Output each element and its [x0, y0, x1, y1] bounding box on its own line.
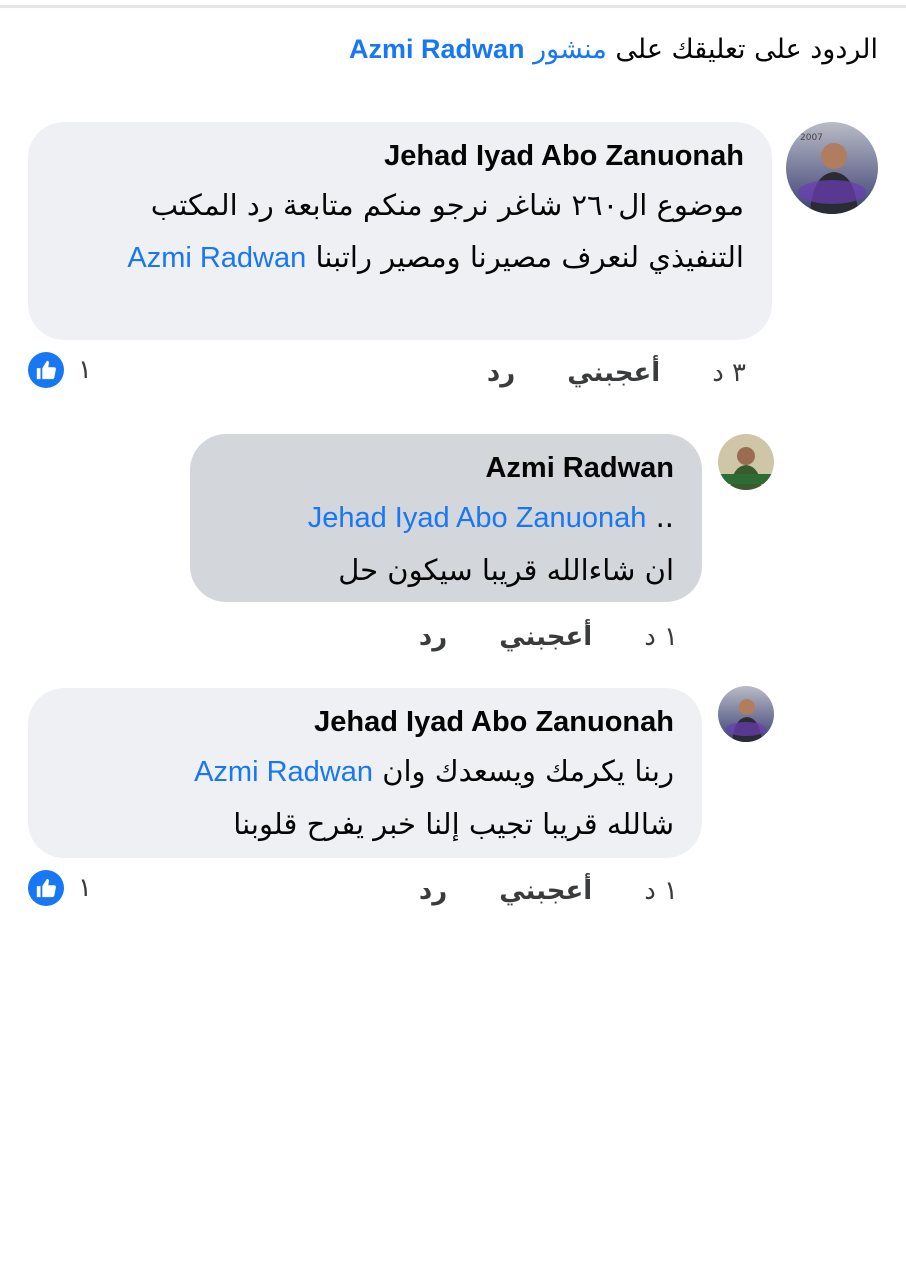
comment-actions: ١ د أعجبني رد [419, 622, 678, 652]
comment-bubble[interactable]: Jehad Iyad Abo Zanuonah ربنا يكرمك ويسعد… [28, 688, 702, 858]
avatar[interactable] [718, 434, 774, 490]
comment-time: ١ د [644, 622, 678, 652]
comment-bubble[interactable]: Jehad Iyad Abo Zanuonah موضوع ال٢٦٠ شاغر… [28, 122, 772, 340]
mention-link[interactable]: Azmi Radwan [194, 756, 373, 788]
header-post-author[interactable]: Azmi Radwan [349, 34, 525, 64]
svg-text:2007: 2007 [800, 133, 823, 143]
comment-time: ١ د [644, 876, 678, 906]
like-button[interactable]: أعجبني [499, 622, 592, 652]
comment-actions: ١ د أعجبني رد [419, 876, 678, 906]
mention-link[interactable]: Azmi Radwan [127, 242, 306, 274]
mention-suffix: .. [655, 500, 674, 534]
profile-photo-icon [718, 686, 774, 742]
comment-body: ان شاءالله قريبا سيكون حل [338, 553, 674, 587]
like-button[interactable]: أعجبني [499, 876, 592, 906]
comment-text: موضوع ال٢٦٠ شاغر نرجو منكم متابعة رد الم… [56, 179, 744, 284]
reply-button[interactable]: رد [419, 622, 447, 652]
profile-photo-icon: 2007 [786, 122, 878, 214]
reaction-summary[interactable]: ١ [28, 870, 92, 906]
reaction-count: ١ [78, 355, 92, 385]
avatar[interactable]: 2007 [786, 122, 878, 214]
reply-button[interactable]: رد [487, 358, 515, 388]
reaction-count: ١ [78, 873, 92, 903]
page-header: الردود على تعليقك على منشور Azmi Radwan [349, 34, 878, 65]
profile-photo-icon [718, 434, 774, 490]
header-post-link[interactable]: منشور [533, 34, 607, 65]
reply-button[interactable]: رد [419, 876, 447, 906]
avatar[interactable] [718, 686, 774, 742]
comment-text: .. Jehad Iyad Abo Zanuonah ان شاءالله قر… [218, 491, 674, 596]
comment-bubble[interactable]: Azmi Radwan .. Jehad Iyad Abo Zanuonah ا… [190, 434, 702, 602]
comment-text: ربنا يكرمك ويسعدك وان Azmi Radwan شالله … [56, 745, 674, 850]
top-divider [0, 5, 906, 8]
comment-actions: ٣ د أعجبني رد [487, 358, 746, 388]
reaction-summary[interactable]: ١ [28, 352, 92, 388]
comment-time: ٣ د [712, 358, 746, 388]
comment-author[interactable]: Jehad Iyad Abo Zanuonah [56, 706, 674, 739]
header-prefix: الردود على تعليقك على [615, 34, 878, 65]
like-icon [28, 870, 64, 906]
mention-link[interactable]: Jehad Iyad Abo Zanuonah [308, 502, 647, 534]
comment-body-end: شالله قريبا تجيب إلنا خبر يفرح قلوبنا [233, 807, 674, 841]
comment-author[interactable]: Azmi Radwan [218, 452, 674, 485]
like-icon [28, 352, 64, 388]
comment-author[interactable]: Jehad Iyad Abo Zanuonah [56, 140, 744, 173]
comment-body-start: ربنا يكرمك ويسعدك وان [382, 754, 674, 788]
like-button[interactable]: أعجبني [567, 358, 660, 388]
